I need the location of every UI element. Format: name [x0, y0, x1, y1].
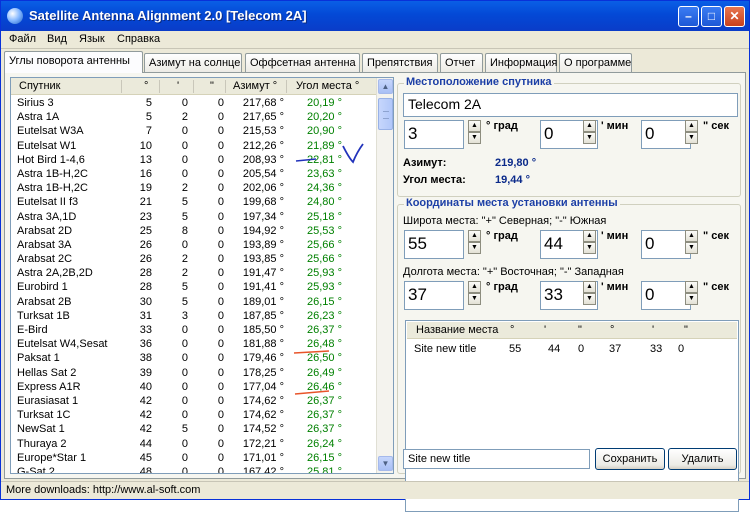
azimuth-value: 219,80 °	[495, 157, 537, 169]
sites-table-header: Название места ° ' " ° ' "	[407, 322, 737, 339]
tab-offset-antenna[interactable]: Оффсетная антенна	[245, 53, 360, 72]
handwritten-marks	[293, 143, 364, 395]
lon-sec-field[interactable]: 0	[641, 281, 691, 310]
satellite-app-icon	[7, 8, 23, 24]
site-coordinates-title: Координаты места установки антенны	[404, 197, 620, 209]
col-lat-deg[interactable]: °	[510, 324, 514, 336]
lon-min-unit: ' мин	[601, 281, 629, 293]
maximize-button[interactable]: □	[701, 6, 722, 27]
lat-deg-unit: ° град	[486, 230, 518, 242]
menu-language[interactable]: Язык	[79, 33, 105, 45]
lat-min-unit: ' мин	[601, 230, 629, 242]
tab-report[interactable]: Отчет	[440, 53, 483, 72]
lat-sec-spinner[interactable]: ▲ ▼	[685, 230, 698, 254]
satellite-list[interactable]: Спутник ° ' " Азимут ° Угол места ° Siri…	[10, 77, 394, 474]
sat-sec-spinner[interactable]: ▲ ▼	[685, 120, 698, 144]
spin-up-icon[interactable]: ▲	[468, 230, 481, 242]
lat-deg-spinner[interactable]: ▲ ▼	[468, 230, 481, 254]
spin-up-icon[interactable]: ▲	[468, 281, 481, 293]
sat-min-spinner[interactable]: ▲ ▼	[583, 120, 596, 144]
spin-down-icon[interactable]: ▼	[468, 242, 481, 254]
tab-panel: Спутник ° ' " Азимут ° Угол места ° Siri…	[4, 72, 746, 512]
site-lat-sec-cell: 0	[578, 343, 585, 355]
col-site-name[interactable]: Название места	[416, 324, 498, 336]
menu-view[interactable]: Вид	[47, 33, 67, 45]
tab-obstacles[interactable]: Препятствия	[362, 53, 438, 72]
lat-min-spinner[interactable]: ▲ ▼	[583, 230, 596, 254]
col-lon-sec[interactable]: "	[684, 324, 688, 336]
site-lat-min-cell: 44	[548, 343, 561, 355]
sat-min-unit: ' мин	[601, 120, 629, 132]
lon-deg-spinner[interactable]: ▲ ▼	[468, 281, 481, 305]
spin-down-icon[interactable]: ▼	[583, 132, 596, 144]
menu-bar: Файл Вид Язык Справка	[1, 31, 749, 49]
col-lat-sec[interactable]: "	[578, 324, 582, 336]
tab-about[interactable]: О программе	[559, 53, 632, 72]
spin-down-icon[interactable]: ▼	[468, 293, 481, 305]
delete-button[interactable]: Удалить	[668, 448, 737, 470]
spin-down-icon[interactable]: ▼	[468, 132, 481, 144]
lon-min-spinner[interactable]: ▲ ▼	[583, 281, 596, 305]
spin-up-icon[interactable]: ▲	[583, 120, 596, 132]
spin-up-icon[interactable]: ▲	[685, 120, 698, 132]
sat-deg-unit: ° град	[486, 120, 518, 132]
app-window: Satellite Antenna Alignment 2.0 [Telecom…	[0, 0, 750, 512]
longitude-label: Долгота места: "+" Восточная; "-" Западн…	[403, 266, 624, 278]
site-lon-sec-cell: 0	[678, 343, 685, 355]
lon-deg-field[interactable]: 37	[404, 281, 464, 310]
spin-down-icon[interactable]: ▼	[583, 242, 596, 254]
spin-up-icon[interactable]: ▲	[468, 120, 481, 132]
satellite-position-title: Местоположение спутника	[404, 76, 554, 88]
spin-up-icon[interactable]: ▲	[583, 230, 596, 242]
latitude-label: Широта места: "+" Северная; "-" Южная	[403, 215, 607, 227]
azimuth-label: Азимут:	[403, 157, 447, 169]
elevation-value: 19,44 °	[495, 174, 530, 186]
site-name-input[interactable]: Site new title	[403, 449, 590, 469]
elevation-label: Угол места:	[403, 174, 466, 186]
lon-sec-spinner[interactable]: ▲ ▼	[685, 281, 698, 305]
save-button[interactable]: Сохранить	[595, 448, 665, 470]
col-lon-min[interactable]: '	[652, 324, 654, 336]
minimize-button[interactable]: –	[678, 6, 699, 27]
spin-up-icon[interactable]: ▲	[685, 281, 698, 293]
site-lat-deg-cell: 55	[509, 343, 522, 355]
lat-deg-field[interactable]: 55	[404, 230, 464, 259]
spin-down-icon[interactable]: ▼	[685, 132, 698, 144]
spin-up-icon[interactable]: ▲	[685, 230, 698, 242]
menu-help[interactable]: Справка	[117, 33, 160, 45]
spin-up-icon[interactable]: ▲	[583, 281, 596, 293]
sat-sec-unit: " сек	[703, 120, 730, 132]
tab-rotation-angles[interactable]: Углы поворота антенны	[4, 51, 143, 73]
title-bar[interactable]: Satellite Antenna Alignment 2.0 [Telecom…	[1, 1, 749, 31]
window-title: Satellite Antenna Alignment 2.0 [Telecom…	[29, 8, 307, 23]
sat-sec-field[interactable]: 0	[641, 120, 691, 149]
lat-sec-field[interactable]: 0	[641, 230, 691, 259]
status-text: More downloads: http://www.al-soft.com	[6, 484, 201, 496]
lon-sec-unit: " сек	[703, 281, 730, 293]
close-button[interactable]: ✕	[724, 6, 745, 27]
site-lon-deg-cell: 37	[609, 343, 622, 355]
col-lon-deg[interactable]: °	[610, 324, 614, 336]
sat-deg-spinner[interactable]: ▲ ▼	[468, 120, 481, 144]
satellite-name-field[interactable]: Telecom 2A	[403, 93, 738, 117]
status-bar: More downloads: http://www.al-soft.com	[1, 481, 749, 499]
col-lat-min[interactable]: '	[544, 324, 546, 336]
lon-deg-unit: ° град	[486, 281, 518, 293]
spin-down-icon[interactable]: ▼	[685, 293, 698, 305]
tab-info[interactable]: Информация	[485, 53, 557, 72]
sat-deg-field[interactable]: 3	[404, 120, 464, 149]
spin-down-icon[interactable]: ▼	[583, 293, 596, 305]
site-name-cell: Site new title	[414, 343, 477, 355]
lat-sec-unit: " сек	[703, 230, 730, 242]
site-lon-min-cell: 33	[650, 343, 663, 355]
spin-down-icon[interactable]: ▼	[685, 242, 698, 254]
menu-file[interactable]: Файл	[9, 33, 36, 45]
tab-sun-azimuth[interactable]: Азимут на солнце	[144, 53, 242, 72]
